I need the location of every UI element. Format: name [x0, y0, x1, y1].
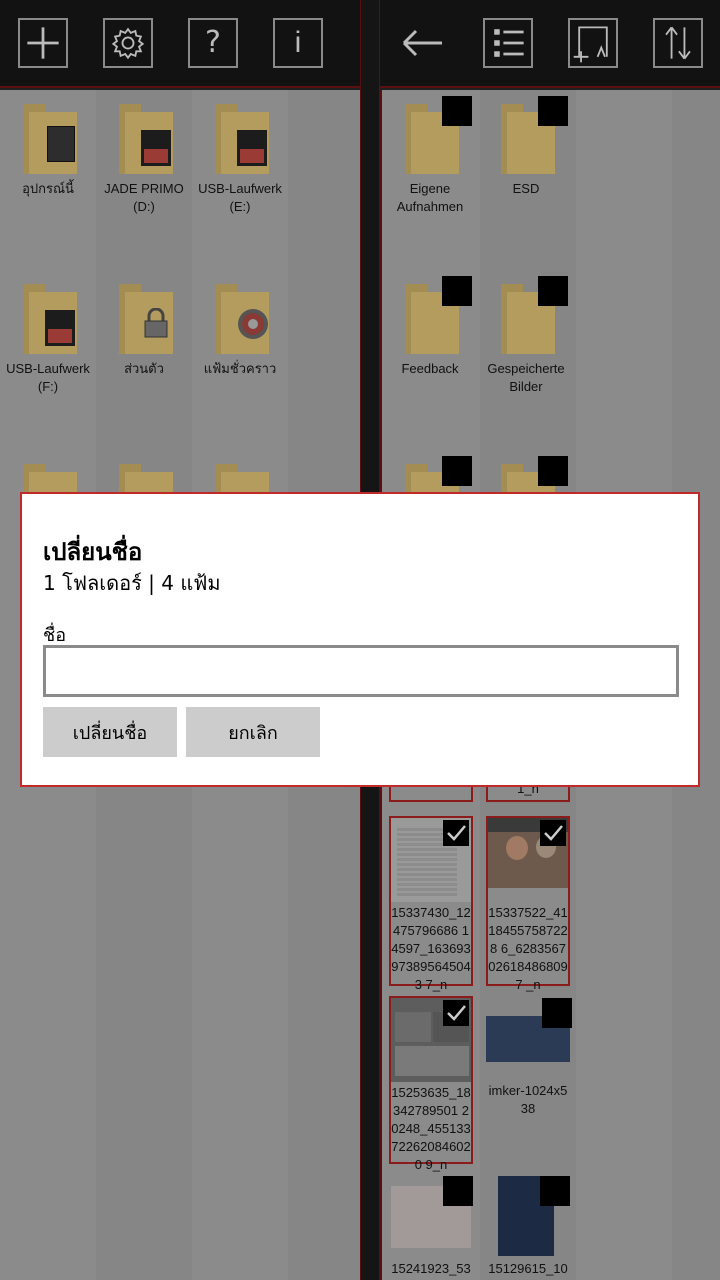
sd-card-icon: [45, 310, 75, 346]
file-label: 15337430_12475796686 14597_1636939738956…: [391, 905, 471, 992]
folder-label: Feedback: [401, 361, 459, 376]
drive-label: อุปกรณ์นี้: [22, 181, 74, 196]
file-tile[interactable]: 15337522_41184557587228 6_62835670261848…: [486, 816, 570, 992]
lock-icon: [144, 308, 168, 338]
selection-checkbox[interactable]: [442, 456, 472, 486]
selection-checkbox[interactable]: [442, 96, 472, 126]
folder-label: Eigene Aufnahmen: [396, 181, 464, 214]
folder-temp[interactable]: แฟ้มชั่วคราว: [192, 284, 288, 378]
selection-checkbox[interactable]: [540, 1176, 570, 1206]
checked-icon[interactable]: [540, 820, 566, 846]
folder-esd[interactable]: ESD: [478, 96, 574, 198]
file-tile[interactable]: 15241923_53: [389, 1176, 473, 1278]
dialog-title: เปลี่ยนชื่อ: [43, 538, 143, 566]
add-icon[interactable]: [18, 18, 68, 68]
folder-private[interactable]: ส่วนตัว: [96, 284, 192, 378]
back-arrow-icon[interactable]: [398, 18, 448, 68]
file-tile[interactable]: 15253635_18342789501 20248_4551337226208…: [389, 996, 473, 1172]
selection-checkbox[interactable]: [542, 998, 572, 1028]
drive-usb-f[interactable]: USB-Laufwerk (F:): [0, 284, 96, 396]
folder-feedback[interactable]: Feedback: [382, 276, 478, 378]
drive-label: USB-Laufwerk (E:): [198, 181, 282, 214]
selection-checkbox[interactable]: [442, 276, 472, 306]
drive-label: JADE PRIMO (D:): [104, 181, 184, 214]
checked-icon[interactable]: [443, 1000, 469, 1026]
gear-icon: [238, 309, 268, 339]
selection-checkbox[interactable]: [538, 96, 568, 126]
settings-gear-icon[interactable]: [103, 18, 153, 68]
help-question-icon[interactable]: ?: [188, 18, 238, 68]
checked-icon[interactable]: [443, 820, 469, 846]
drive-this-device[interactable]: อุปกรณ์นี้: [0, 104, 96, 198]
sd-card-icon: [237, 130, 267, 166]
name-input[interactable]: [43, 645, 679, 697]
file-label: imker-1024x538: [488, 1083, 568, 1116]
selection-checkbox[interactable]: [538, 456, 568, 486]
file-tile[interactable]: imker-1024x538: [486, 998, 572, 1118]
file-tile[interactable]: 15337430_12475796686 14597_1636939738956…: [389, 816, 473, 992]
right-toolbar: [380, 0, 720, 88]
list-view-icon[interactable]: [483, 18, 533, 68]
info-icon[interactable]: i: [273, 18, 323, 68]
drive-usb-e[interactable]: USB-Laufwerk (E:): [192, 104, 288, 216]
rename-button[interactable]: เปลี่ยนชื่อ: [43, 707, 177, 757]
file-label: 15241923_53: [391, 1261, 471, 1276]
folder-label: Gespeicherte Bilder: [487, 361, 565, 394]
file-label: 15129615_10: [488, 1261, 568, 1276]
cancel-button[interactable]: ยกเลิก: [186, 707, 320, 757]
drive-label: USB-Laufwerk (F:): [6, 361, 90, 394]
folder-eigene-aufnahmen[interactable]: Eigene Aufnahmen: [382, 96, 478, 216]
file-label: 15337522_41184557587228 6_62835670261848…: [488, 905, 568, 992]
drive-jade-primo[interactable]: JADE PRIMO (D:): [96, 104, 192, 216]
sd-card-icon: [141, 130, 171, 166]
select-area-icon[interactable]: [568, 18, 618, 68]
sort-icon[interactable]: [653, 18, 703, 68]
folder-label: แฟ้มชั่วคราว: [203, 361, 277, 376]
left-toolbar: ? i: [0, 0, 360, 88]
dialog-subtitle: 1 โฟลเดอร์ | 4 แฟ้ม: [43, 571, 221, 595]
rename-dialog: เปลี่ยนชื่อ 1 โฟลเดอร์ | 4 แฟ้ม ชื่อ เปล…: [20, 492, 700, 787]
file-tile[interactable]: 15129615_10: [486, 1176, 570, 1278]
file-label: 15253635_18342789501 20248_4551337226208…: [391, 1085, 471, 1172]
folder-gespeicherte-bilder[interactable]: Gespeicherte Bilder: [478, 276, 574, 396]
folder-label: ส่วนตัว: [124, 361, 164, 376]
selection-checkbox[interactable]: [443, 1176, 473, 1206]
selection-checkbox[interactable]: [538, 276, 568, 306]
folder-label: ESD: [512, 181, 540, 196]
phone-device-icon: [47, 126, 75, 162]
